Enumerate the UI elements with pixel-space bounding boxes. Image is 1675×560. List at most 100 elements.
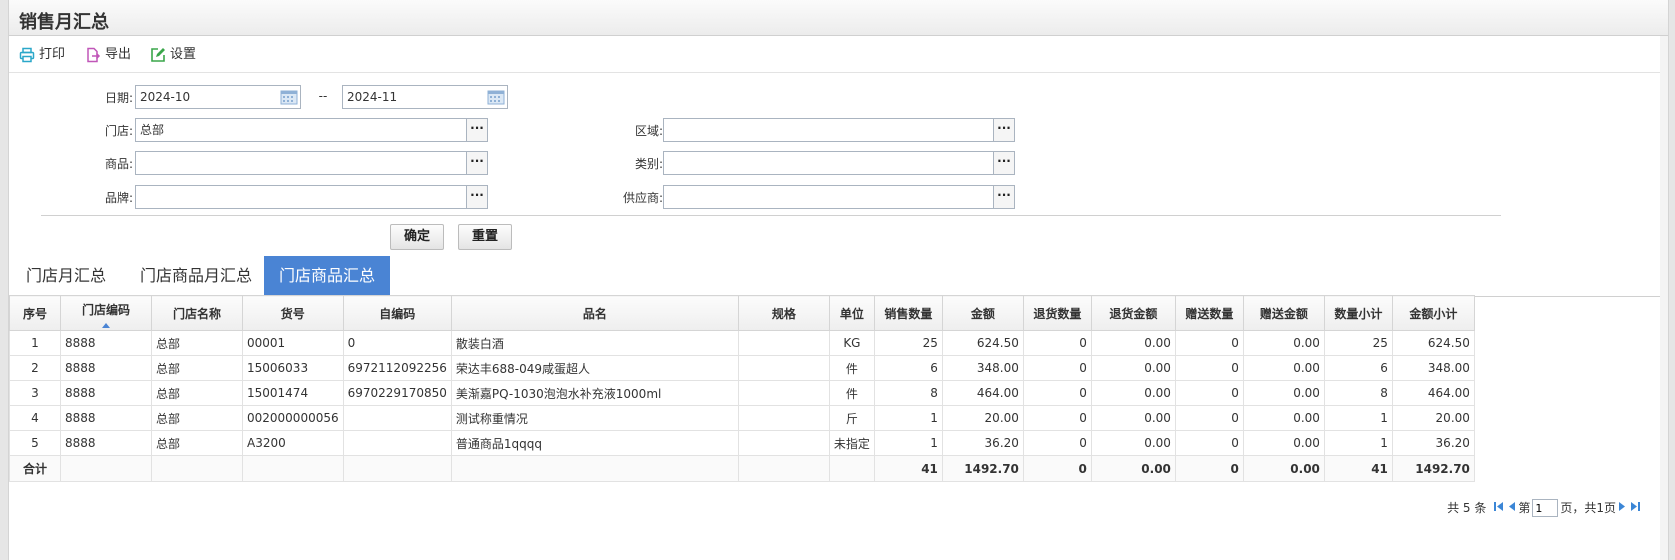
settings-button[interactable]: 设置	[150, 45, 196, 65]
table-header-row: 序号 门店编码 门店名称 货号 自编码 品名 规格 单位 销售数量 金额 退货数量 退货金额 赠送数量 赠…	[9, 295, 1475, 331]
category-input[interactable]	[663, 151, 995, 175]
column-header[interactable]: 自编码	[342, 295, 452, 331]
column-header[interactable]: 规格	[737, 295, 830, 331]
table-cell: 0	[1174, 355, 1244, 381]
column-header[interactable]: 销售数量	[873, 295, 943, 331]
column-header[interactable]: 序号	[9, 295, 61, 331]
column-header[interactable]: 金额小计	[1391, 295, 1475, 331]
table-cell: 5	[9, 430, 61, 456]
table-cell: 624.50	[1391, 330, 1475, 356]
column-header-label: 货号	[280, 306, 305, 321]
total-cell: 合计	[9, 455, 61, 482]
supplier-input[interactable]	[663, 185, 995, 209]
supplier-label: 供应商:	[622, 191, 663, 205]
table-row[interactable]: 1 8888 总部 00001 0 散装白酒 KG 25 624.50 0 0.00 0 0.00 25 6…	[9, 330, 1475, 356]
table-cell: 0.00	[1242, 405, 1325, 431]
confirm-button[interactable]: 确定	[390, 224, 444, 250]
export-button[interactable]: 导出	[85, 45, 131, 65]
reset-button[interactable]: 重置	[458, 224, 512, 250]
page-number-input[interactable]	[1532, 499, 1559, 517]
table-cell: 0.00	[1090, 355, 1176, 381]
column-header[interactable]: 退货金额	[1090, 295, 1176, 331]
total-cell	[342, 455, 452, 482]
total-cell: 41	[1323, 455, 1393, 482]
pagination: 共 5 条 第 页，共1页	[1447, 497, 1642, 519]
settings-label: 设置	[170, 47, 197, 62]
table-row[interactable]: 5 8888 总部 A3200 普通商品1qqqq 未指定 1 36.20 0 0.00 0 0.00…	[9, 430, 1475, 456]
brand-input[interactable]	[135, 185, 467, 209]
edit-icon	[151, 47, 165, 62]
table-cell: 件	[828, 355, 875, 381]
column-header[interactable]: 数量小计	[1323, 295, 1393, 331]
table-cell	[342, 430, 452, 456]
app-frame: 销售月汇总 打印 导出 设置 日期: 2024-10 -- 2024-11 门店…	[8, 0, 1669, 560]
table-cell: 348.00	[941, 355, 1024, 381]
column-header-label: 退货金额	[1109, 306, 1158, 321]
table-cell: 8888	[60, 380, 152, 406]
table-cell: 0	[1174, 430, 1244, 456]
table-row[interactable]: 2 8888 总部 15006033 6972112092256 荣达丰688-049咸蛋…	[9, 355, 1475, 381]
print-button[interactable]: 打印	[19, 45, 65, 65]
calendar-icon[interactable]	[484, 85, 508, 109]
prev-page-icon[interactable]	[1508, 497, 1516, 519]
table-cell	[737, 380, 830, 406]
column-header[interactable]: 门店编码	[60, 295, 152, 331]
column-header[interactable]: 赠送金额	[1242, 295, 1325, 331]
table-cell: 总部	[151, 330, 243, 356]
total-cell	[151, 455, 243, 482]
table-cell: 464.00	[1391, 380, 1475, 406]
table-row[interactable]: 4 8888 总部 002000000056 测试称重情况斤 1 20.00 0 0.00 0 0.…	[9, 405, 1475, 431]
column-header[interactable]: 门店名称	[151, 295, 243, 331]
table-cell: 8888	[60, 405, 152, 431]
column-header-label: 门店名称	[172, 306, 221, 321]
brand-picker-button[interactable]: ···	[466, 185, 488, 209]
goods-picker-button[interactable]: ···	[466, 151, 488, 175]
tab-store-goods-summary[interactable]: 门店商品汇总	[264, 256, 390, 296]
region-input[interactable]	[663, 118, 995, 142]
column-header-label: 金额	[970, 306, 995, 321]
goods-label: 商品:	[104, 157, 133, 171]
table-cell: 1	[9, 330, 61, 356]
category-picker-button[interactable]: ···	[993, 151, 1015, 175]
table-cell: 15006033	[242, 355, 344, 381]
table-cell: 002000000056	[242, 405, 344, 431]
store-input[interactable]: 总部	[135, 118, 467, 142]
table-row[interactable]: 3 8888 总部 15001474 6970229170850 美渐嘉PQ-1030泡泡…	[9, 380, 1475, 406]
date-separator: --	[318, 89, 328, 103]
table-cell: A3200	[242, 430, 344, 456]
tab-store-monthly[interactable]: 门店月汇总	[19, 256, 113, 296]
calendar-icon[interactable]	[277, 85, 301, 109]
table-cell: 8	[1323, 380, 1393, 406]
table-cell: 散装白酒	[450, 330, 739, 356]
column-header[interactable]: 货号	[242, 295, 344, 331]
total-cell: 0.00	[1242, 455, 1325, 482]
table-cell: 总部	[151, 405, 243, 431]
table-cell: 荣达丰688-049咸蛋超人	[450, 355, 739, 381]
table-cell: 6	[1323, 355, 1393, 381]
column-header[interactable]: 赠送数量	[1174, 295, 1244, 331]
last-page-icon[interactable]	[1630, 497, 1640, 519]
column-header[interactable]: 品名	[450, 295, 739, 331]
vertical-scrollbar[interactable]	[1660, 36, 1668, 560]
column-header[interactable]: 单位	[828, 295, 875, 331]
table-cell: 0.00	[1242, 355, 1325, 381]
tab-store-goods-monthly[interactable]: 门店商品月汇总	[133, 256, 259, 296]
region-picker-button[interactable]: ···	[993, 118, 1015, 142]
supplier-picker-button[interactable]: ···	[993, 185, 1015, 209]
next-page-icon[interactable]	[1618, 497, 1626, 519]
column-header[interactable]: 退货数量	[1022, 295, 1092, 331]
table-cell: 1	[1323, 430, 1393, 456]
total-cell	[828, 455, 875, 482]
page-title: 销售月汇总	[19, 12, 109, 33]
store-picker-button[interactable]: ···	[466, 118, 488, 142]
column-header[interactable]: 金额	[941, 295, 1024, 331]
category-label: 类别:	[634, 157, 663, 171]
export-label: 导出	[105, 47, 132, 62]
column-header-label: 序号	[22, 306, 47, 321]
goods-input[interactable]	[135, 151, 467, 175]
first-page-icon[interactable]	[1494, 497, 1504, 519]
brand-label: 品牌:	[104, 191, 133, 205]
total-cell: 1492.70	[941, 455, 1024, 482]
table-cell: 0	[1174, 330, 1244, 356]
table-cell: 36.20	[941, 430, 1024, 456]
